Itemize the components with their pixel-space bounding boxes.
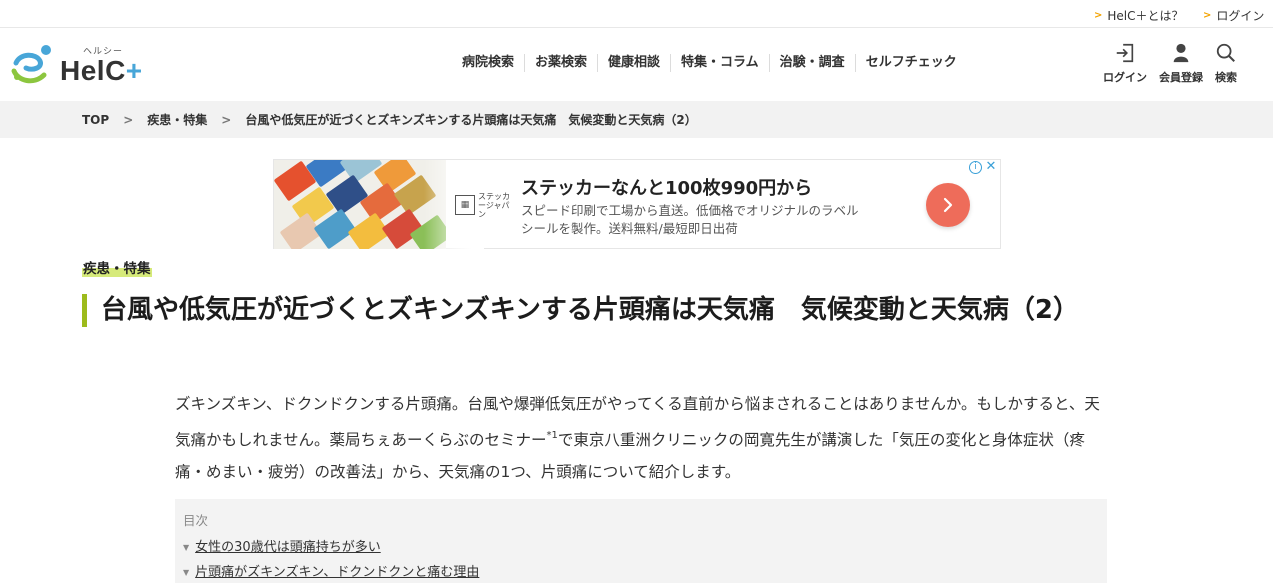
- ad-cta-button[interactable]: [926, 183, 970, 227]
- global-nav: 病院検索 お薬検索 健康相談 特集・コラム 治験・調査 セルフチェック: [452, 54, 967, 72]
- breadcrumb: TOP > 疾患・特集 > 台風や低気圧が近づくとズキンズキンする片頭痛は天気痛…: [0, 101, 1273, 138]
- sticker-icon: ▦: [455, 195, 475, 215]
- login-button[interactable]: ログイン: [1103, 42, 1147, 85]
- triangle-down-icon: ▼: [183, 543, 190, 552]
- top-login-label: ログイン: [1216, 9, 1265, 23]
- chevron-right-icon: >: [221, 112, 232, 127]
- top-login-link[interactable]: > ログイン: [1203, 7, 1264, 24]
- ad-brand-text: ステッカージャパン: [478, 191, 510, 219]
- chevron-right-icon: [943, 197, 953, 213]
- site-logo[interactable]: ヘルシー HelC+: [10, 41, 160, 89]
- toc-title: 目次: [183, 513, 209, 528]
- register-button-label: 会員登録: [1159, 71, 1203, 84]
- article-lead: ズキンズキン、ドクンドクンする片頭痛。台風や爆弾低気圧がやってくる直前から悩まさ…: [175, 388, 1115, 488]
- ad-info-icon[interactable]: i: [969, 161, 982, 174]
- chevron-right-icon: >: [123, 112, 134, 127]
- nav-self-check[interactable]: セルフチェック: [854, 54, 967, 72]
- person-icon: [1173, 43, 1189, 63]
- chevron-right-icon: >: [1203, 10, 1212, 21]
- toc-item[interactable]: ▼ 片頭痛がズキンズキン、ドクンドクンと痛む理由: [183, 560, 1099, 583]
- search-icon: [1216, 43, 1235, 62]
- register-button[interactable]: 会員登録: [1159, 42, 1203, 85]
- category-tag[interactable]: 疾患・特集: [82, 257, 152, 277]
- article-title: 台風や低気圧が近づくとズキンズキンする片頭痛は天気痛 気候変動と天気病（2）: [101, 295, 1080, 325]
- breadcrumb-current: 台風や低気圧が近づくとズキンズキンする片頭痛は天気痛 気候変動と天気病（2）: [245, 113, 697, 127]
- toc-item-label: 片頭痛がズキンズキン、ドクンドクンと痛む理由: [195, 565, 480, 580]
- table-of-contents: 目次 ▼ 女性の30歳代は頭痛持ちが多い ▼ 片頭痛がズキンズキン、ドクンドクンと痛…: [175, 499, 1107, 583]
- about-link-label: HelC＋とは？: [1107, 9, 1184, 23]
- login-icon: [1116, 43, 1134, 63]
- ad-desc-line1: スピード印刷で工場から直送。低価格でオリジナルのラベル: [521, 203, 859, 218]
- breadcrumb-top[interactable]: TOP: [82, 113, 109, 127]
- ad-image: [274, 160, 446, 249]
- site-header: ヘルシー HelC+ 病院検索 お薬検索 健康相談 特集・コラム 治験・調査 セ…: [0, 28, 1273, 101]
- nav-health-consultation[interactable]: 健康相談: [597, 54, 670, 72]
- login-button-label: ログイン: [1103, 71, 1147, 84]
- nav-hospital-search[interactable]: 病院検索: [452, 54, 524, 72]
- ad-desc-line2: シールを製作。送料無料/最短即日出荷: [521, 221, 738, 236]
- footnote-ref[interactable]: *1: [547, 430, 558, 441]
- nav-features-columns[interactable]: 特集・コラム: [670, 54, 769, 72]
- about-link[interactable]: > HelC＋とは？: [1094, 7, 1184, 24]
- header-icon-menu: ログイン 会員登録 検索: [1103, 42, 1249, 85]
- triangle-down-icon: ▼: [183, 568, 190, 577]
- search-button[interactable]: 検索: [1215, 42, 1237, 85]
- ad-title[interactable]: ステッカーなんと100枚990円から: [521, 174, 812, 200]
- ad-banner[interactable]: ▦ ステッカージャパン ステッカーなんと100枚990円から スピード印刷で工場…: [273, 159, 1001, 249]
- chevron-right-icon: >: [1094, 10, 1103, 21]
- logo-word: HelC: [60, 55, 126, 86]
- ad-description: スピード印刷で工場から直送。低価格でオリジナルのラベル シールを製作。送料無料/…: [521, 202, 901, 238]
- ad-brand-logo: ▦ ステッカージャパン: [455, 191, 513, 219]
- nav-medicine-search[interactable]: お薬検索: [524, 54, 597, 72]
- article-title-block: 台風や低気圧が近づくとズキンズキンする片頭痛は天気痛 気候変動と天気病（2）: [82, 294, 1162, 327]
- nav-clinical-trials[interactable]: 治験・調査: [768, 54, 855, 72]
- search-button-label: 検索: [1215, 71, 1237, 84]
- logo-plus: +: [125, 55, 143, 86]
- toc-item[interactable]: ▼ 女性の30歳代は頭痛持ちが多い: [183, 535, 1099, 560]
- logo-text: HelC+: [60, 55, 143, 87]
- utility-bar: > HelC＋とは？ > ログイン: [0, 0, 1273, 28]
- toc-item-label: 女性の30歳代は頭痛持ちが多い: [195, 540, 381, 555]
- ad-close-icon[interactable]: ✕: [984, 160, 998, 174]
- breadcrumb-category[interactable]: 疾患・特集: [147, 111, 207, 128]
- logo-mark-icon: [11, 45, 51, 84]
